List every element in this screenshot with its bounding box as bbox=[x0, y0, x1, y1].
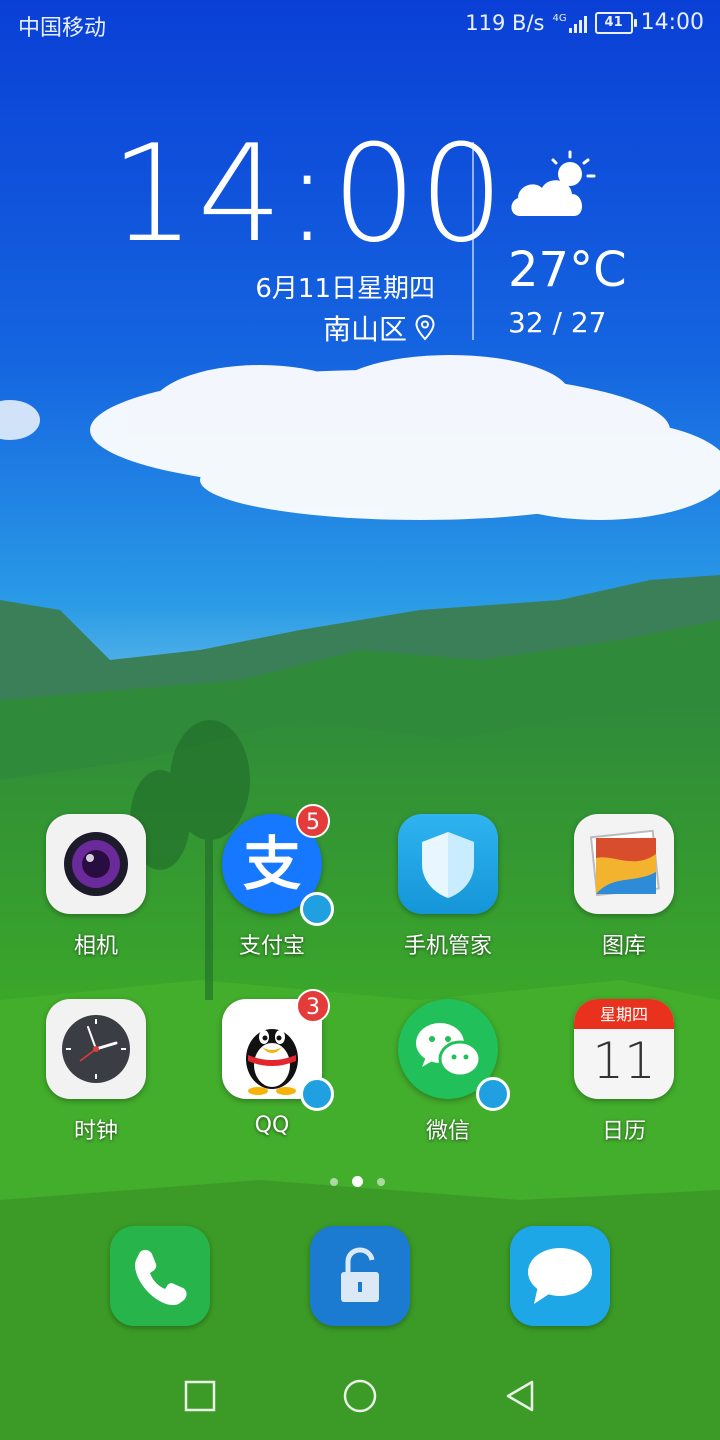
app-label: 微信 bbox=[425, 1119, 470, 1144]
calendar-icon: 星期四 11 bbox=[574, 999, 674, 1099]
navigation-bar bbox=[0, 1360, 720, 1440]
wechat-icon bbox=[398, 999, 510, 1111]
dock-messages[interactable] bbox=[510, 1226, 610, 1326]
app-label: 手机管家 bbox=[403, 934, 492, 959]
app-camera[interactable]: 相机 bbox=[31, 814, 161, 960]
phone-icon bbox=[135, 1249, 187, 1306]
carrier-name: 中国移动 bbox=[18, 16, 107, 41]
gallery-icon bbox=[574, 814, 674, 914]
alipay-icon: 支 5 bbox=[222, 804, 334, 926]
app-label: 支付宝 bbox=[238, 934, 305, 959]
battery-icon: 41 bbox=[594, 11, 637, 34]
status-time: 14:00 bbox=[640, 10, 704, 35]
page-dot[interactable] bbox=[330, 1177, 338, 1186]
notification-badge: 3 bbox=[296, 989, 330, 1023]
dock-phone[interactable] bbox=[110, 1226, 210, 1326]
calendar-header: 星期四 bbox=[574, 999, 674, 1029]
verified-icon bbox=[300, 892, 334, 926]
network-speed: 119 B/s bbox=[465, 10, 545, 35]
lock-icon bbox=[341, 1247, 379, 1302]
phone-manager-icon bbox=[398, 814, 498, 914]
verified-icon bbox=[300, 1077, 334, 1111]
status-bar: 中国移动 119 B/s 4G 41 14:00 bbox=[0, 0, 720, 50]
messages-icon bbox=[528, 1248, 592, 1304]
home-icon[interactable] bbox=[340, 1376, 380, 1416]
temperature[interactable]: 27°C bbox=[508, 242, 627, 298]
network-type: 4G bbox=[552, 12, 567, 24]
app-label: 相机 bbox=[73, 934, 118, 959]
app-gallery[interactable]: 图库 bbox=[559, 814, 689, 960]
app-clock[interactable]: 时钟 bbox=[31, 999, 161, 1145]
app-qq[interactable]: 3 QQ bbox=[207, 989, 337, 1138]
verified-icon bbox=[476, 1077, 510, 1111]
battery-level: 41 bbox=[604, 15, 623, 30]
signal-icon: 4G bbox=[552, 12, 587, 33]
location-label: 南山区 bbox=[322, 313, 407, 346]
date-label[interactable]: 6月11日星期四 bbox=[255, 268, 435, 305]
svg-text:支: 支 bbox=[243, 830, 301, 898]
partly-cloudy-icon[interactable] bbox=[508, 150, 600, 222]
app-wechat[interactable]: 微信 bbox=[383, 999, 513, 1145]
page-indicator[interactable] bbox=[330, 1176, 385, 1187]
notification-badge: 5 bbox=[296, 804, 330, 838]
calendar-day: 11 bbox=[592, 1032, 656, 1090]
clock-time[interactable]: 14:00 bbox=[110, 116, 506, 272]
app-alipay[interactable]: 支 5 支付宝 bbox=[207, 804, 337, 960]
camera-icon bbox=[46, 814, 146, 914]
dock-lock[interactable] bbox=[310, 1226, 410, 1326]
page-dot-active[interactable] bbox=[352, 1176, 363, 1187]
location-row[interactable]: 南山区 bbox=[323, 308, 435, 348]
app-calendar[interactable]: 星期四 11 日历 bbox=[559, 999, 689, 1145]
temperature-range: 32 / 27 bbox=[508, 306, 607, 339]
back-icon[interactable] bbox=[500, 1376, 540, 1416]
location-pin-icon bbox=[415, 315, 435, 341]
app-label: QQ bbox=[254, 1113, 290, 1138]
app-label: 日历 bbox=[601, 1119, 646, 1144]
app-label: 时钟 bbox=[73, 1119, 118, 1144]
clock-icon bbox=[46, 999, 146, 1099]
app-label: 图库 bbox=[601, 934, 646, 959]
widget-divider bbox=[472, 142, 474, 340]
page-dot[interactable] bbox=[377, 1177, 385, 1186]
recent-apps-icon[interactable] bbox=[180, 1376, 220, 1416]
app-phone-manager[interactable]: 手机管家 bbox=[383, 814, 513, 960]
qq-icon: 3 bbox=[222, 989, 334, 1111]
